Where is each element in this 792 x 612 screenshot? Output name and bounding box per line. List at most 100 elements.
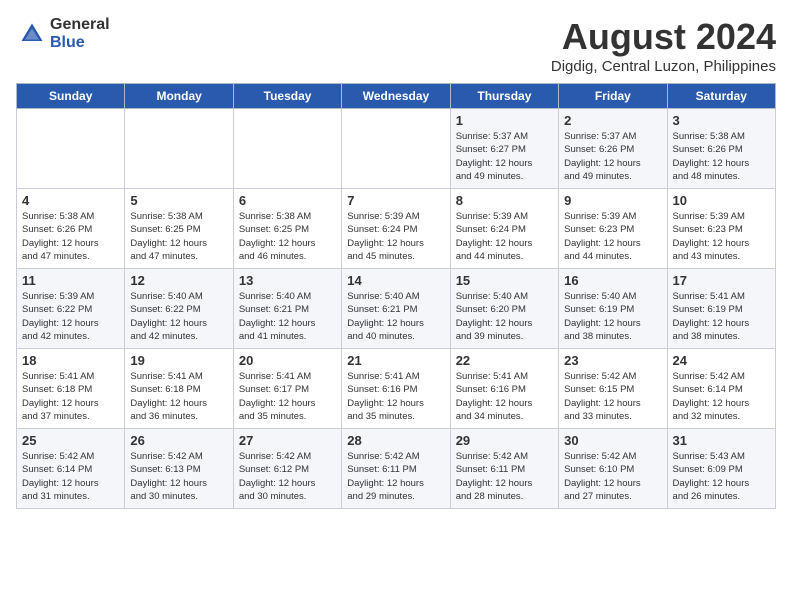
day-number: 5 xyxy=(130,193,227,208)
calendar-cell: 21 Sunrise: 5:41 AM Sunset: 6:16 PM Dayli… xyxy=(342,349,450,429)
calendar-cell: 20 Sunrise: 5:41 AM Sunset: 6:17 PM Dayli… xyxy=(233,349,341,429)
logo-blue: Blue xyxy=(50,34,85,51)
day-of-week-header: Wednesday xyxy=(342,84,450,109)
calendar-cell: 26Sunrise: 5:42 AM Sunset: 6:13 PM Dayli… xyxy=(125,429,233,509)
calendar-cell: 15 Sunrise: 5:40 AM Sunset: 6:20 PM Dayli… xyxy=(450,269,558,349)
day-number: 18 xyxy=(22,353,119,368)
calendar-cell: 31 Sunrise: 5:43 AM Sunset: 6:09 PM Dayli… xyxy=(667,429,775,509)
day-number: 21 xyxy=(347,353,444,368)
cell-info: Sunrise: 5:37 AM Sunset: 6:27 PM Dayligh… xyxy=(456,130,553,183)
calendar-cell: 24 Sunrise: 5:42 AM Sunset: 6:14 PM Dayli… xyxy=(667,349,775,429)
month-year: August 2024 xyxy=(551,16,776,58)
cell-info: Sunrise: 5:39 AM Sunset: 6:24 PM Dayligh… xyxy=(456,210,553,263)
day-number: 29 xyxy=(456,433,553,448)
calendar-cell: 17Sunrise: 5:41 AM Sunset: 6:19 PM Dayli… xyxy=(667,269,775,349)
calendar-cell: 22Sunrise: 5:41 AM Sunset: 6:16 PM Dayli… xyxy=(450,349,558,429)
calendar-table: SundayMondayTuesdayWednesdayThursdayFrid… xyxy=(16,83,776,509)
day-number: 10 xyxy=(673,193,770,208)
calendar-cell: 18 Sunrise: 5:41 AM Sunset: 6:18 PM Dayli… xyxy=(17,349,125,429)
day-number: 3 xyxy=(673,113,770,128)
cell-info: Sunrise: 5:39 AM Sunset: 6:23 PM Dayligh… xyxy=(564,210,661,263)
cell-info: Sunrise: 5:42 AM Sunset: 6:15 PM Dayligh… xyxy=(564,370,661,423)
cell-info: Sunrise: 5:39 AM Sunset: 6:22 PM Dayligh… xyxy=(22,290,119,343)
day-number: 20 xyxy=(239,353,336,368)
day-number: 27 xyxy=(239,433,336,448)
calendar-cell: 28 Sunrise: 5:42 AM Sunset: 6:11 PM Dayli… xyxy=(342,429,450,509)
calendar-cell: 8 Sunrise: 5:39 AM Sunset: 6:24 PM Daylig… xyxy=(450,189,558,269)
day-number: 22 xyxy=(456,353,553,368)
cell-info: Sunrise: 5:41 AM Sunset: 6:18 PM Dayligh… xyxy=(22,370,119,423)
day-of-week-header: Monday xyxy=(125,84,233,109)
day-number: 4 xyxy=(22,193,119,208)
day-number: 2 xyxy=(564,113,661,128)
day-number: 11 xyxy=(22,273,119,288)
cell-info: Sunrise: 5:42 AM Sunset: 6:11 PM Dayligh… xyxy=(456,450,553,503)
calendar-cell: 16 Sunrise: 5:40 AM Sunset: 6:19 PM Dayli… xyxy=(559,269,667,349)
cell-info: Sunrise: 5:40 AM Sunset: 6:22 PM Dayligh… xyxy=(130,290,227,343)
calendar-cell: 3 Sunrise: 5:38 AM Sunset: 6:26 PM Daylig… xyxy=(667,109,775,189)
calendar-cell: 2 Sunrise: 5:37 AM Sunset: 6:26 PM Daylig… xyxy=(559,109,667,189)
cell-info: Sunrise: 5:39 AM Sunset: 6:24 PM Dayligh… xyxy=(347,210,444,263)
calendar-cell: 6 Sunrise: 5:38 AM Sunset: 6:25 PM Daylig… xyxy=(233,189,341,269)
logo-general: General xyxy=(50,16,110,33)
cell-info: Sunrise: 5:42 AM Sunset: 6:14 PM Dayligh… xyxy=(22,450,119,503)
logo-icon xyxy=(18,20,46,48)
cell-info: Sunrise: 5:41 AM Sunset: 6:16 PM Dayligh… xyxy=(347,370,444,423)
cell-info: Sunrise: 5:43 AM Sunset: 6:09 PM Dayligh… xyxy=(673,450,770,503)
cell-info: Sunrise: 5:42 AM Sunset: 6:12 PM Dayligh… xyxy=(239,450,336,503)
calendar-cell: 7 Sunrise: 5:39 AM Sunset: 6:24 PM Daylig… xyxy=(342,189,450,269)
cell-info: Sunrise: 5:41 AM Sunset: 6:17 PM Dayligh… xyxy=(239,370,336,423)
day-number: 24 xyxy=(673,353,770,368)
day-number: 12 xyxy=(130,273,227,288)
calendar-cell: 12 Sunrise: 5:40 AM Sunset: 6:22 PM Dayli… xyxy=(125,269,233,349)
cell-info: Sunrise: 5:38 AM Sunset: 6:25 PM Dayligh… xyxy=(130,210,227,263)
day-number: 28 xyxy=(347,433,444,448)
day-number: 6 xyxy=(239,193,336,208)
day-number: 9 xyxy=(564,193,661,208)
cell-info: Sunrise: 5:37 AM Sunset: 6:26 PM Dayligh… xyxy=(564,130,661,183)
cell-info: Sunrise: 5:40 AM Sunset: 6:20 PM Dayligh… xyxy=(456,290,553,343)
calendar-cell: 25 Sunrise: 5:42 AM Sunset: 6:14 PM Dayli… xyxy=(17,429,125,509)
calendar-cell xyxy=(342,109,450,189)
calendar-cell xyxy=(233,109,341,189)
calendar-cell: 5 Sunrise: 5:38 AM Sunset: 6:25 PM Daylig… xyxy=(125,189,233,269)
cell-info: Sunrise: 5:40 AM Sunset: 6:19 PM Dayligh… xyxy=(564,290,661,343)
calendar-cell: 10 Sunrise: 5:39 AM Sunset: 6:23 PM Dayli… xyxy=(667,189,775,269)
calendar-cell xyxy=(17,109,125,189)
day-number: 1 xyxy=(456,113,553,128)
day-number: 25 xyxy=(22,433,119,448)
day-number: 23 xyxy=(564,353,661,368)
calendar-cell: 13Sunrise: 5:40 AM Sunset: 6:21 PM Dayli… xyxy=(233,269,341,349)
day-of-week-header: Friday xyxy=(559,84,667,109)
day-number: 7 xyxy=(347,193,444,208)
calendar-cell: 1 Sunrise: 5:37 AM Sunset: 6:27 PM Daylig… xyxy=(450,109,558,189)
cell-info: Sunrise: 5:42 AM Sunset: 6:11 PM Dayligh… xyxy=(347,450,444,503)
day-number: 31 xyxy=(673,433,770,448)
calendar-cell: 9 Sunrise: 5:39 AM Sunset: 6:23 PM Daylig… xyxy=(559,189,667,269)
calendar-cell: 4Sunrise: 5:38 AM Sunset: 6:26 PM Daylig… xyxy=(17,189,125,269)
cell-info: Sunrise: 5:41 AM Sunset: 6:18 PM Dayligh… xyxy=(130,370,227,423)
title-block: August 2024 Digdig, Central Luzon, Phili… xyxy=(551,16,776,75)
logo: General Blue xyxy=(16,16,110,52)
cell-info: Sunrise: 5:38 AM Sunset: 6:26 PM Dayligh… xyxy=(673,130,770,183)
day-number: 15 xyxy=(456,273,553,288)
calendar-cell: 30 Sunrise: 5:42 AM Sunset: 6:10 PM Dayli… xyxy=(559,429,667,509)
day-number: 13 xyxy=(239,273,336,288)
day-number: 17 xyxy=(673,273,770,288)
day-number: 16 xyxy=(564,273,661,288)
day-of-week-header: Sunday xyxy=(17,84,125,109)
cell-info: Sunrise: 5:42 AM Sunset: 6:13 PM Dayligh… xyxy=(130,450,227,503)
day-number: 8 xyxy=(456,193,553,208)
page-header: General Blue August 2024 Digdig, Central… xyxy=(16,16,776,75)
calendar-cell xyxy=(125,109,233,189)
cell-info: Sunrise: 5:38 AM Sunset: 6:25 PM Dayligh… xyxy=(239,210,336,263)
calendar-cell: 19 Sunrise: 5:41 AM Sunset: 6:18 PM Dayli… xyxy=(125,349,233,429)
calendar-cell: 27 Sunrise: 5:42 AM Sunset: 6:12 PM Dayli… xyxy=(233,429,341,509)
calendar-cell: 11 Sunrise: 5:39 AM Sunset: 6:22 PM Dayli… xyxy=(17,269,125,349)
cell-info: Sunrise: 5:42 AM Sunset: 6:10 PM Dayligh… xyxy=(564,450,661,503)
cell-info: Sunrise: 5:42 AM Sunset: 6:14 PM Dayligh… xyxy=(673,370,770,423)
day-number: 30 xyxy=(564,433,661,448)
day-number: 19 xyxy=(130,353,227,368)
cell-info: Sunrise: 5:39 AM Sunset: 6:23 PM Dayligh… xyxy=(673,210,770,263)
location: Digdig, Central Luzon, Philippines xyxy=(551,58,776,75)
